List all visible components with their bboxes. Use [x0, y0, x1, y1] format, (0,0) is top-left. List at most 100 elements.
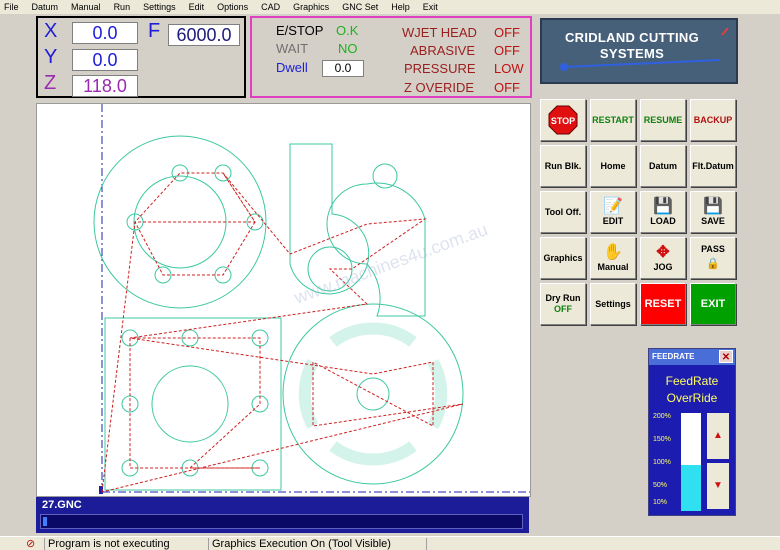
- menu-file[interactable]: File: [4, 2, 19, 12]
- f-feed-label: F: [148, 20, 161, 42]
- save-disk-icon: 💾: [703, 197, 723, 215]
- feedrate-title-bar: FEEDRATE ✕: [649, 349, 735, 365]
- y-axis-label: Y: [44, 46, 58, 68]
- exit-button[interactable]: EXIT: [690, 283, 736, 325]
- no-entry-icon: ⊘: [26, 538, 36, 550]
- feedrate-down-button[interactable]: ▼: [707, 463, 729, 509]
- feedrate-slider-fill: [681, 465, 701, 511]
- reset-button[interactable]: RESET: [640, 283, 686, 325]
- load-disk-icon: 💾: [653, 197, 673, 215]
- save-button[interactable]: 💾 SAVE: [690, 191, 736, 233]
- cut-geometry: [93, 135, 464, 491]
- stop-button[interactable]: STOP: [540, 99, 586, 141]
- menu-datum[interactable]: Datum: [32, 2, 59, 12]
- resume-button[interactable]: RESUME: [640, 99, 686, 141]
- pass-label: PASS: [701, 243, 725, 254]
- menu-options[interactable]: Options: [217, 2, 248, 12]
- menu-gnc-set[interactable]: GNC Set: [342, 2, 378, 12]
- tool-offset-button[interactable]: Tool Off.: [540, 191, 586, 233]
- menu-exit[interactable]: Exit: [423, 2, 438, 12]
- menu-manual[interactable]: Manual: [71, 2, 101, 12]
- x-axis-label: X: [44, 20, 58, 42]
- file-name: 27.GNC: [42, 499, 82, 511]
- arrow-down-icon: ▼: [713, 480, 723, 491]
- wjet-head-value: OFF: [494, 25, 520, 40]
- execution-status: Program is not executing: [44, 538, 206, 550]
- feedrate-label-1: FeedRate: [665, 374, 719, 388]
- tick-10: 10%: [653, 499, 668, 506]
- menu-run[interactable]: Run: [114, 2, 131, 12]
- f-feed-value: 6000.0: [168, 24, 240, 46]
- x-value: 0.0: [72, 22, 138, 44]
- stop-sign-icon: STOP: [548, 105, 578, 135]
- edit-button[interactable]: 📝 EDIT: [590, 191, 636, 233]
- cridland-logo: CRIDLAND CUTTING SYSTEMS: [540, 18, 738, 84]
- tick-150: 150%: [653, 436, 671, 443]
- manual-label: Manual: [597, 261, 629, 272]
- pressure-label: PRESSURE: [404, 61, 476, 76]
- estop-value: O.K: [336, 23, 359, 38]
- home-button[interactable]: Home: [590, 145, 636, 187]
- abrasive-value: OFF: [494, 43, 520, 58]
- dry-run-label: Dry Run: [545, 293, 581, 303]
- abrasive-label: ABRASIVE: [410, 43, 476, 58]
- jog-label: JOG: [653, 261, 673, 272]
- feedrate-title: FEEDRATE: [652, 352, 695, 361]
- load-label: LOAD: [650, 215, 676, 226]
- estop-label: E/STOP: [276, 23, 324, 38]
- load-button[interactable]: 💾 LOAD: [640, 191, 686, 233]
- z-value: 118.0: [72, 75, 138, 97]
- z-overide-value: OFF: [494, 80, 520, 95]
- wait-value: NO: [338, 41, 358, 56]
- dry-run-state: OFF: [554, 304, 572, 314]
- dwell-input[interactable]: 0.0: [322, 60, 364, 77]
- float-datum-button[interactable]: Flt.Datum: [690, 145, 736, 187]
- graphics-button[interactable]: Graphics: [540, 237, 586, 279]
- restart-button[interactable]: RESTART: [590, 99, 636, 141]
- datum-button[interactable]: Datum: [640, 145, 686, 187]
- save-label: SAVE: [701, 215, 725, 226]
- tick-50: 50%: [653, 482, 668, 489]
- feedrate-up-button[interactable]: ▲: [707, 413, 729, 459]
- menu-bar: File Datum Manual Run Settings Edit Opti…: [0, 0, 780, 14]
- coordinate-panel: X 0.0 Y 0.0 Z 118.0 F 6000.0: [36, 16, 246, 98]
- status-cell-empty: [426, 538, 780, 550]
- tick-100: 100%: [653, 459, 671, 466]
- arrow-up-icon: ▲: [713, 430, 723, 441]
- edit-document-icon: 📝: [603, 197, 623, 215]
- graphics-viewport[interactable]: www.machines4u.com.au: [36, 103, 531, 497]
- graphics-status: Graphics Execution On (Tool Visible): [208, 538, 424, 550]
- hand-icon: ✋: [603, 243, 623, 261]
- menu-settings[interactable]: Settings: [143, 2, 176, 12]
- y-value: 0.0: [72, 49, 138, 71]
- settings-button[interactable]: Settings: [590, 283, 636, 325]
- z-axis-label: Z: [44, 72, 57, 94]
- machine-status-panel: E/STOP O.K WAIT NO Dwell 0.0 WJET HEAD O…: [250, 16, 532, 98]
- menu-edit[interactable]: Edit: [189, 2, 205, 12]
- jog-button[interactable]: ✥ JOG: [640, 237, 686, 279]
- svg-text:STOP: STOP: [551, 116, 575, 126]
- tick-200: 200%: [653, 413, 671, 420]
- z-overide-label: Z OVERIDE: [404, 80, 475, 95]
- backup-button[interactable]: BACKUP: [690, 99, 736, 141]
- pass-button[interactable]: PASS 🔒: [690, 237, 736, 279]
- manual-button[interactable]: ✋ Manual: [590, 237, 636, 279]
- menu-cad[interactable]: CAD: [261, 2, 280, 12]
- pressure-value: LOW: [494, 61, 524, 76]
- program-progress-fill: [43, 517, 47, 526]
- jog-arrows-icon: ✥: [656, 243, 670, 261]
- padlock-icon: 🔒: [706, 257, 720, 270]
- feedrate-override-panel: FEEDRATE ✕ FeedRate OverRide 200% 150% 1…: [648, 348, 736, 516]
- toolpath-drawing: www.machines4u.com.au: [93, 104, 530, 494]
- feedrate-slider-track[interactable]: [681, 413, 701, 511]
- watermark: www.machines4u.com.au: [291, 219, 491, 308]
- run-block-button[interactable]: Run Blk.: [540, 145, 586, 187]
- control-button-panel: STOP RESTART RESUME BACKUP Run Blk. Home…: [537, 91, 737, 329]
- menu-graphics[interactable]: Graphics: [293, 2, 329, 12]
- edit-label: EDIT: [602, 215, 624, 226]
- menu-help[interactable]: Help: [391, 2, 410, 12]
- file-bar: 27.GNC: [36, 497, 529, 533]
- wjet-head-label: WJET HEAD: [402, 25, 477, 40]
- close-icon[interactable]: ✕: [719, 350, 733, 363]
- dry-run-button[interactable]: Dry Run OFF: [540, 283, 586, 325]
